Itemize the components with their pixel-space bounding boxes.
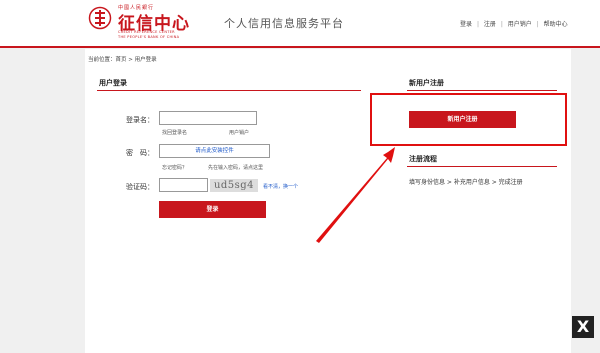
install-control-button[interactable]: 请点此安装控件 xyxy=(159,144,270,158)
captcha-input[interactable] xyxy=(159,178,208,192)
nav-separator: | xyxy=(476,21,479,28)
breadcrumb: 当前位置：首页 > 用户登录 xyxy=(88,57,157,63)
login-section-title: 用户登录 xyxy=(99,79,127,87)
captcha-label: 验证码： xyxy=(126,183,154,191)
nav-separator: | xyxy=(536,21,539,28)
retrieve-login-name-link[interactable]: 找回登录名 xyxy=(162,129,187,136)
header-divider xyxy=(0,46,600,48)
captcha-image: ud5sg4 xyxy=(210,179,258,192)
nav-cancel-account-link[interactable]: 用户销户 xyxy=(508,21,532,28)
register-process-divider xyxy=(407,166,557,167)
cancel-account-link[interactable]: 用户销户 xyxy=(229,129,249,136)
username-input[interactable] xyxy=(159,111,257,125)
register-section-title: 新用户注册 xyxy=(409,79,444,87)
login-section-divider xyxy=(97,90,361,91)
annotation-highlight-box xyxy=(370,93,567,146)
password-label: 密 码： xyxy=(126,149,154,157)
register-section-divider xyxy=(407,90,557,91)
refresh-captcha-link[interactable]: 看不清，换一个 xyxy=(263,183,298,190)
logo-english-line1: CREDIT REFERENCE CENTER xyxy=(118,30,175,34)
username-label: 登录名： xyxy=(126,116,154,124)
login-button[interactable]: 登录 xyxy=(159,201,266,218)
register-process-steps: 填写身份信息 > 补充用户信息 > 完成注册 xyxy=(409,179,523,186)
nav-help-center-link[interactable]: 帮助中心 xyxy=(544,21,568,28)
nav-separator: | xyxy=(500,21,503,28)
password-hint-text: 先在输入密码，请点这里 xyxy=(208,165,264,171)
register-process-title: 注册流程 xyxy=(409,155,437,163)
forgot-password-link[interactable]: 忘记密码？ xyxy=(162,164,187,171)
site-title: 个人信用信息服务平台 xyxy=(224,17,344,30)
nav-register-link[interactable]: 注册 xyxy=(484,21,496,28)
top-nav: 登录 | 注册 | 用户销户 | 帮助中心 xyxy=(460,19,571,28)
credit-center-logo-icon xyxy=(88,6,112,30)
logo-english-line2: THE PEOPLE'S BANK OF CHINA xyxy=(118,35,180,39)
corner-badge: X xyxy=(572,316,594,338)
nav-login-link[interactable]: 登录 xyxy=(460,21,472,28)
